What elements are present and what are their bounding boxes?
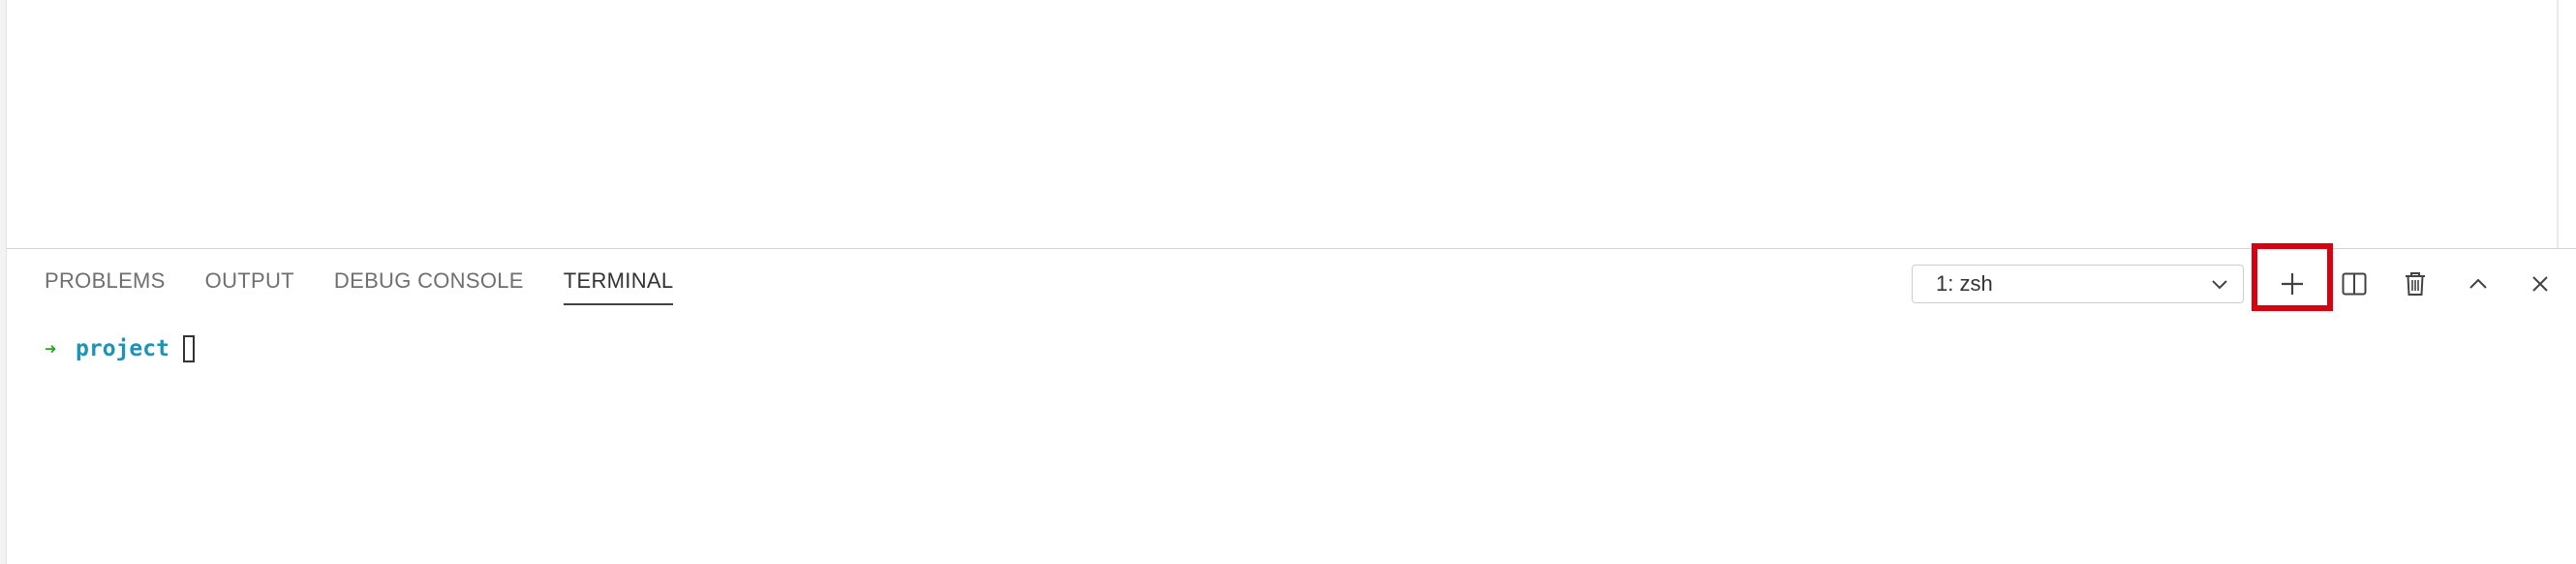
plus-icon	[2282, 273, 2303, 295]
panel-tabs: PROBLEMS OUTPUT DEBUG CONSOLE TERMINAL	[45, 249, 713, 313]
terminal-select-value: 1: zsh	[1936, 271, 1993, 296]
tab-terminal[interactable]: TERMINAL	[563, 249, 674, 313]
chevron-down-icon	[2212, 280, 2227, 290]
terminal-prompt-line[interactable]: ➜ project	[45, 329, 195, 368]
editor-area[interactable]	[7, 0, 2557, 248]
tab-problems[interactable]: PROBLEMS	[45, 249, 166, 313]
editor-scrollbar[interactable]	[2557, 0, 2559, 248]
kill-terminal-button[interactable]	[2394, 263, 2437, 305]
new-terminal-button[interactable]	[2271, 263, 2314, 305]
tab-debug-console[interactable]: DEBUG CONSOLE	[334, 249, 524, 313]
app-window: PROBLEMS OUTPUT DEBUG CONSOLE TERMINAL 1…	[0, 0, 2576, 564]
prompt-arrow: ➜	[45, 337, 57, 360]
maximize-panel-button[interactable]	[2457, 263, 2499, 305]
split-terminal-button[interactable]	[2333, 263, 2376, 305]
trash-icon	[2406, 272, 2425, 296]
close-panel-button[interactable]	[2519, 263, 2561, 305]
terminal-select-dropdown[interactable]: 1: zsh	[1912, 265, 2244, 303]
chevron-up-icon	[2469, 278, 2487, 289]
close-icon	[2532, 276, 2548, 292]
bottom-panel: PROBLEMS OUTPUT DEBUG CONSOLE TERMINAL 1…	[7, 243, 2576, 564]
split-icon	[2342, 272, 2367, 296]
prompt-directory: project	[76, 336, 169, 361]
tab-output[interactable]: OUTPUT	[205, 249, 294, 313]
activity-bar-edge	[0, 0, 7, 564]
terminal-cursor	[182, 335, 195, 362]
